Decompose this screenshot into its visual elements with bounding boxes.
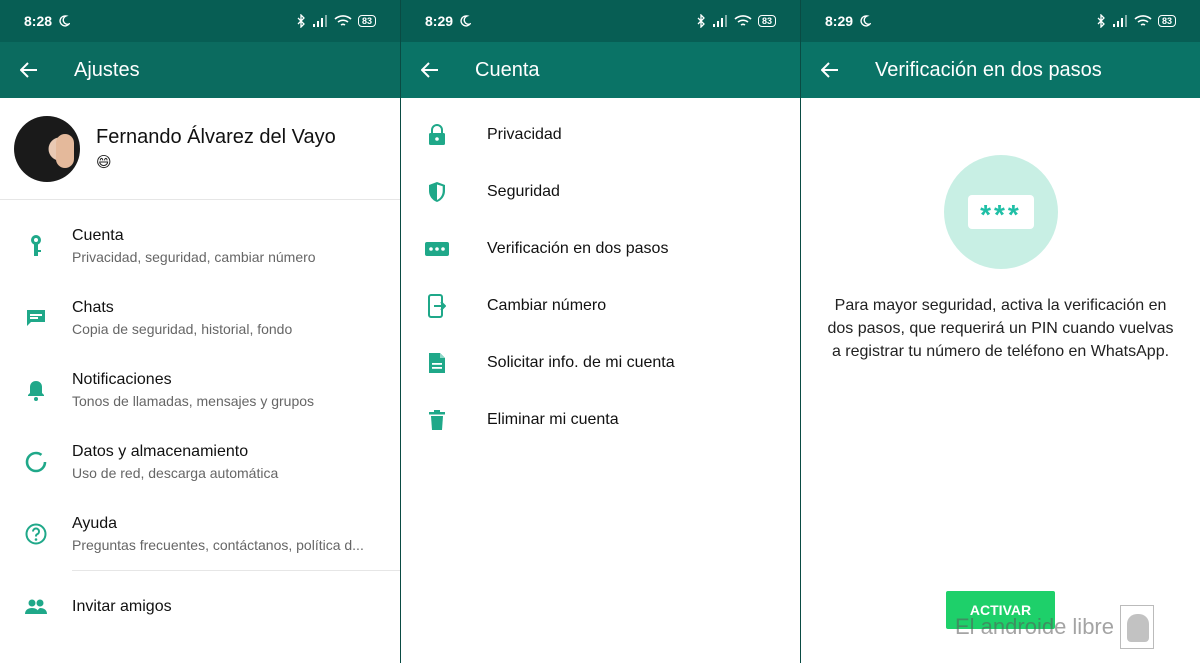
account-screen: 8:29 83 Cuenta Privacidad Seguridad Veri… xyxy=(400,0,800,663)
moon-icon xyxy=(59,15,71,27)
settings-item-title: Datos y almacenamiento xyxy=(72,443,249,460)
settings-item-account[interactable]: Cuenta Privacidad, seguridad, cambiar núm… xyxy=(0,210,400,282)
account-item-request-info[interactable]: Solicitar info. de mi cuenta xyxy=(401,334,800,391)
android-logo-icon xyxy=(1119,605,1154,649)
key-icon xyxy=(24,234,48,258)
avatar[interactable] xyxy=(14,115,80,182)
account-item-two-step[interactable]: Verificación en dos pasos xyxy=(401,220,800,277)
signal-icon xyxy=(712,15,727,27)
profile-header[interactable]: Fernando Álvarez del Vayo 😄 xyxy=(0,98,400,200)
status-bar: 8:29 83 xyxy=(801,0,1200,42)
settings-item-subtitle: Tonos de llamadas, mensajes y grupos xyxy=(72,393,315,409)
chat-icon xyxy=(24,306,48,330)
bluetooth-icon xyxy=(297,14,305,28)
app-bar: Cuenta xyxy=(401,42,800,98)
account-item-delete[interactable]: Eliminar mi cuenta xyxy=(401,391,800,448)
watermark-text: El androide libre xyxy=(955,614,1114,639)
app-bar: Ajustes xyxy=(0,42,400,98)
settings-item-title: Cuenta xyxy=(72,227,124,244)
back-arrow-icon[interactable] xyxy=(819,59,841,81)
trash-icon xyxy=(425,408,449,432)
settings-item-subtitle: Privacidad, seguridad, cambiar número xyxy=(72,249,316,265)
profile-name: Fernando Álvarez del Vayo xyxy=(96,126,336,148)
help-icon xyxy=(24,522,48,546)
dots-icon xyxy=(425,237,449,261)
account-item-security[interactable]: Seguridad xyxy=(401,163,800,220)
settings-item-subtitle: Preguntas frecuentes, contáctanos, polít… xyxy=(72,537,364,553)
account-item-label: Seguridad xyxy=(487,182,560,200)
document-icon xyxy=(425,351,449,375)
account-item-privacy[interactable]: Privacidad xyxy=(401,106,800,163)
account-item-label: Eliminar mi cuenta xyxy=(487,410,619,428)
settings-item-data-storage[interactable]: Datos y almacenamiento Uso de red, descar… xyxy=(0,426,400,498)
page-title: Verificación en dos pasos xyxy=(875,58,1102,81)
status-bar: 8:28 83 xyxy=(0,0,400,42)
moon-icon xyxy=(460,15,472,27)
settings-item-title: Ayuda xyxy=(72,515,118,532)
data-usage-icon xyxy=(24,450,48,474)
page-title: Ajustes xyxy=(74,58,140,81)
status-time: 8:29 xyxy=(825,13,854,29)
moon-icon xyxy=(860,15,872,27)
bluetooth-icon xyxy=(1097,14,1105,28)
signal-icon xyxy=(312,15,327,27)
change-number-icon xyxy=(425,293,449,318)
settings-item-help[interactable]: Ayuda Preguntas frecuentes, contáctanos, … xyxy=(0,498,400,570)
shield-icon xyxy=(425,180,449,204)
status-bar: 8:29 83 xyxy=(401,0,800,42)
app-bar: Verificación en dos pasos xyxy=(801,42,1200,98)
wifi-icon xyxy=(734,14,752,26)
back-arrow-icon[interactable] xyxy=(18,59,40,81)
status-time: 8:29 xyxy=(425,13,454,29)
settings-item-subtitle: Uso de red, descarga automática xyxy=(72,465,279,481)
wifi-icon xyxy=(1134,14,1152,26)
page-title: Cuenta xyxy=(475,58,540,81)
two-step-screen: 8:29 83 Verificación en dos pasos *** Pa… xyxy=(800,0,1200,663)
account-item-label: Verificación en dos pasos xyxy=(487,239,669,257)
profile-status: 😄 xyxy=(96,154,112,171)
people-icon xyxy=(24,595,48,619)
battery-level: 83 xyxy=(757,15,776,27)
account-options-list: Privacidad Seguridad Verificación en dos… xyxy=(401,106,800,448)
back-arrow-icon[interactable] xyxy=(419,59,441,81)
signal-icon xyxy=(1112,15,1127,27)
settings-item-chats[interactable]: Chats Copia de seguridad, historial, fond… xyxy=(0,282,400,354)
account-item-label: Cambiar número xyxy=(487,296,607,314)
settings-item-title: Chats xyxy=(72,299,114,316)
battery-level: 83 xyxy=(1157,15,1176,27)
bluetooth-icon xyxy=(697,14,705,28)
account-item-label: Solicitar info. de mi cuenta xyxy=(487,353,675,371)
settings-item-title: Notificaciones xyxy=(72,371,172,388)
wifi-icon xyxy=(334,14,352,26)
watermark: El androide libre xyxy=(955,605,1154,649)
description-text: Para mayor seguridad, activa la verifica… xyxy=(827,297,1174,360)
status-time: 8:28 xyxy=(24,13,53,29)
settings-item-title: Invitar amigos xyxy=(72,598,172,615)
bell-icon xyxy=(24,378,48,402)
battery-level: 83 xyxy=(357,15,376,27)
settings-item-subtitle: Copia de seguridad, historial, fondo xyxy=(72,321,293,337)
settings-screen: 8:28 83 Ajustes Fernando Álvarez del Vay… xyxy=(0,0,400,663)
settings-item-invite[interactable]: Invitar amigos xyxy=(0,571,400,643)
pin-glyph: *** xyxy=(968,195,1034,230)
account-item-change-number[interactable]: Cambiar número xyxy=(401,277,800,334)
account-item-label: Privacidad xyxy=(487,125,562,143)
pin-illustration: *** xyxy=(944,155,1058,269)
settings-item-notifications[interactable]: Notificaciones Tonos de llamadas, mensaje… xyxy=(0,354,400,426)
lock-icon xyxy=(425,123,449,147)
